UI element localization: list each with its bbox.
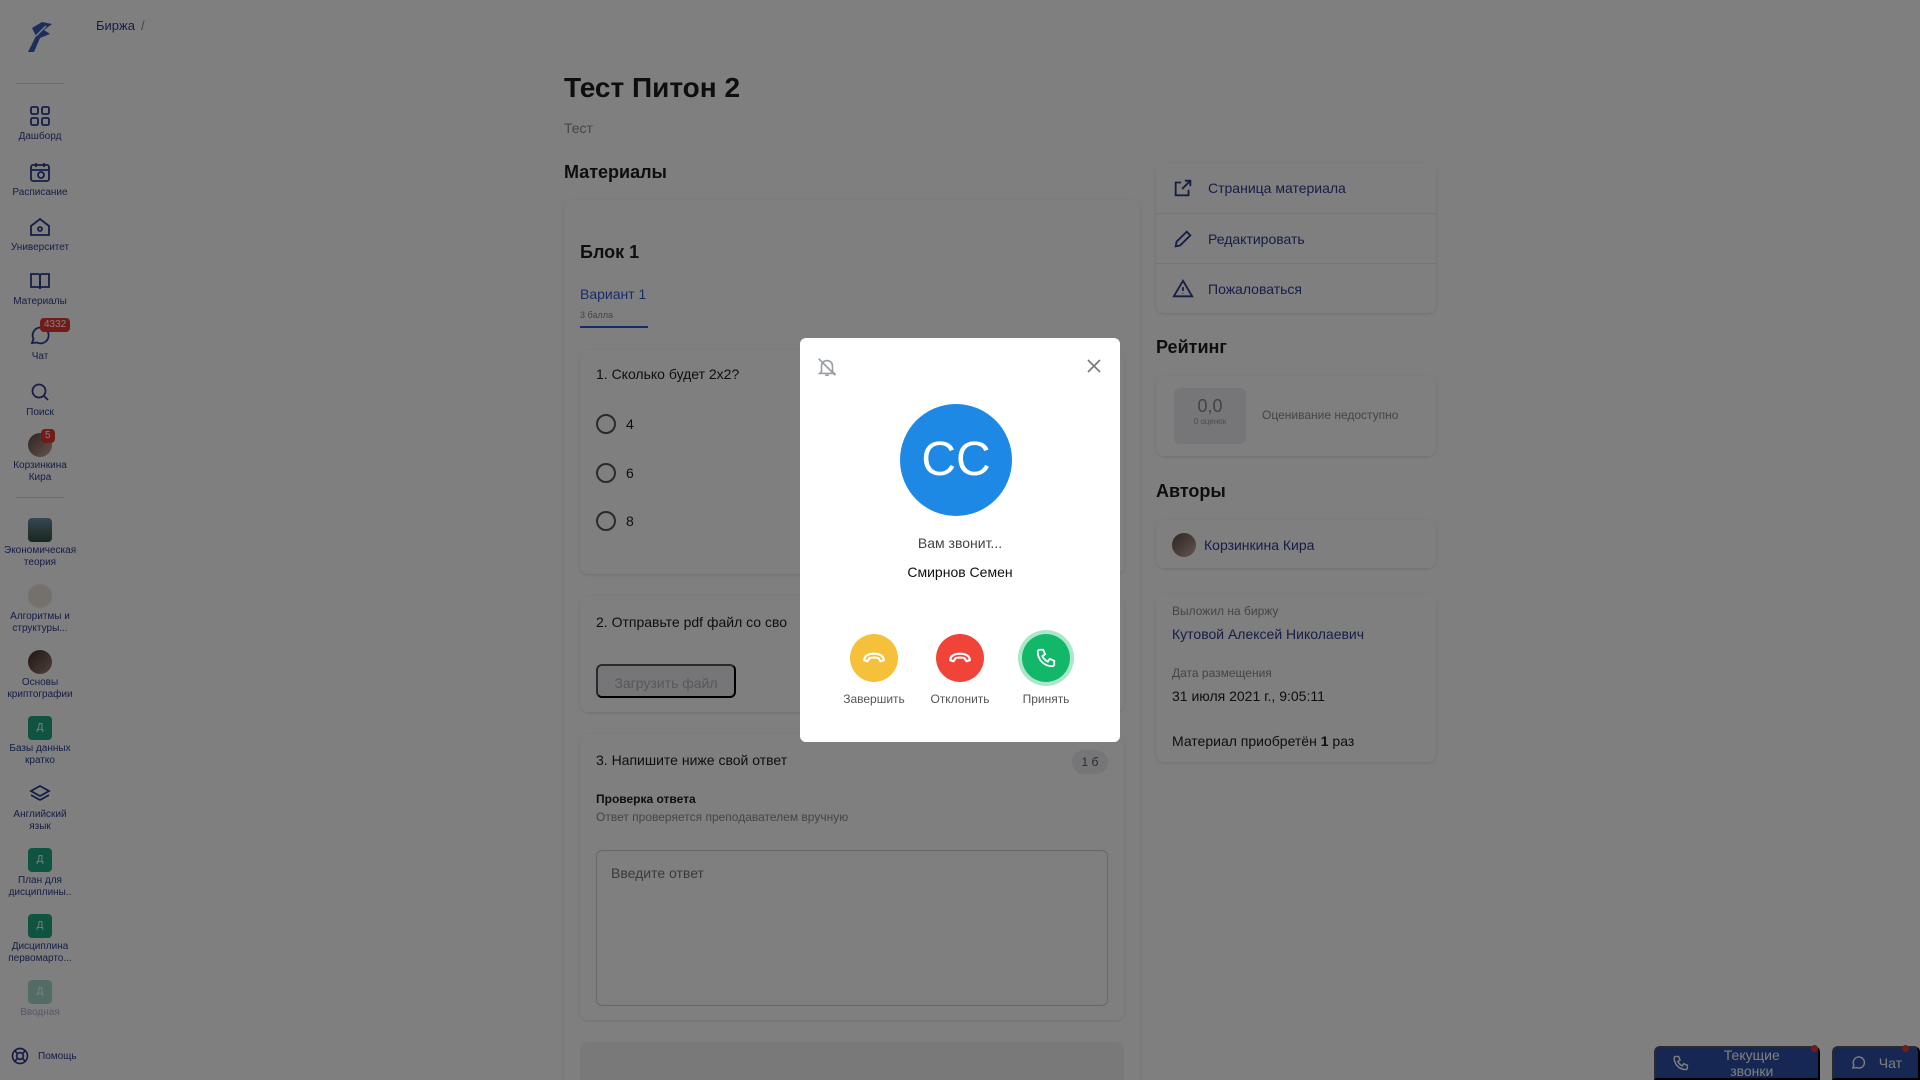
hang-up-icon <box>949 652 971 663</box>
decline-call-label: Отклонить <box>930 692 990 706</box>
end-call-button[interactable]: Завершить <box>834 634 914 706</box>
end-call-label: Завершить <box>843 692 905 706</box>
calling-text: Вам звонит... <box>917 535 1003 551</box>
end-call-circle[interactable] <box>850 634 898 682</box>
close-icon[interactable] <box>1086 358 1102 374</box>
accept-call-circle[interactable] <box>1022 634 1070 682</box>
hang-up-icon <box>863 652 885 663</box>
accept-call-button[interactable]: Принять <box>1006 634 1086 706</box>
decline-call-circle[interactable] <box>936 634 984 682</box>
phone-icon <box>1036 648 1056 668</box>
caller-avatar: СС <box>900 404 1012 516</box>
bell-off-icon[interactable] <box>816 356 838 378</box>
incoming-call-modal: СС Вам звонит... Смирнов Семен Завершить… <box>800 338 1120 742</box>
accept-call-label: Принять <box>1022 692 1070 706</box>
decline-call-button[interactable]: Отклонить <box>920 634 1000 706</box>
caller-name: Смирнов Семен <box>907 564 1013 580</box>
